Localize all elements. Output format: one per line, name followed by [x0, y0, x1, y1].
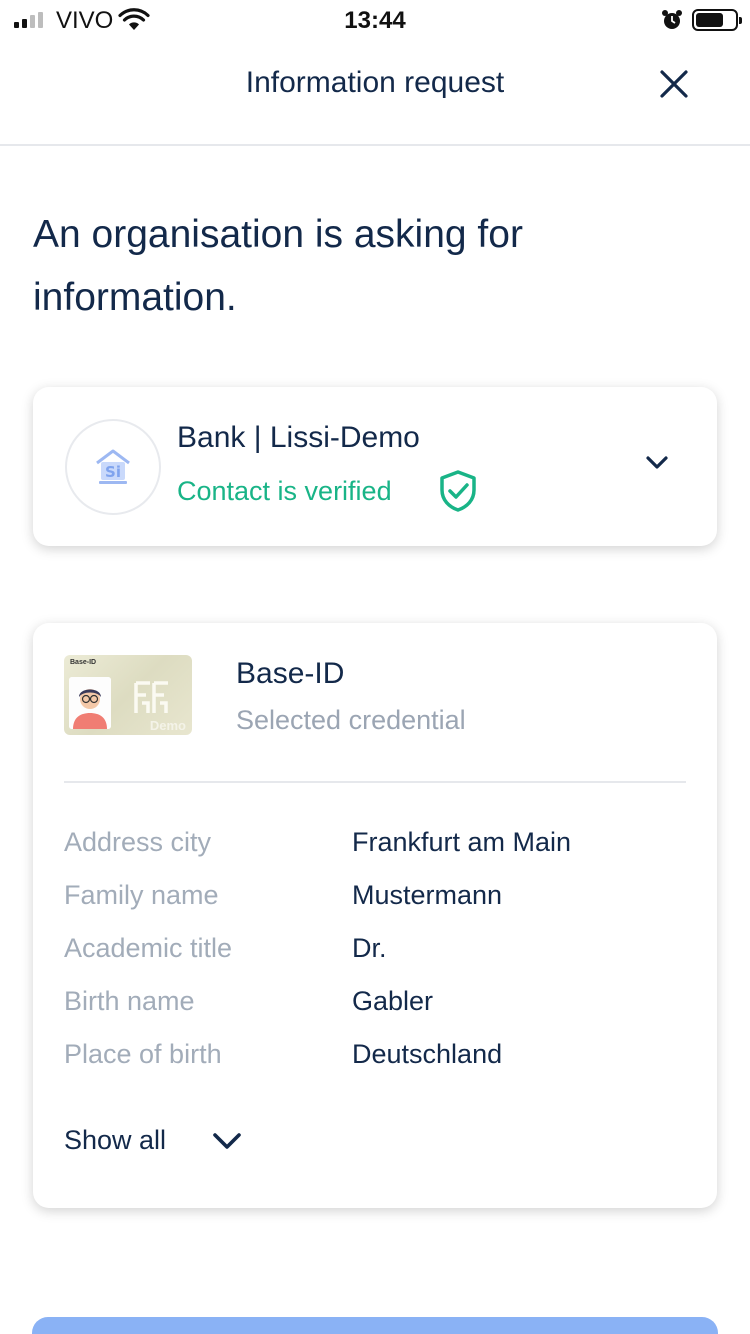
verification-status: Contact is verified [177, 476, 392, 506]
attribute-label: Birth name [64, 986, 195, 1016]
primary-action-button[interactable] [32, 1317, 718, 1334]
organisation-name: Bank | Lissi-Demo [177, 421, 420, 454]
attribute-value: Frankfurt am Main [352, 827, 572, 857]
credential-title: Base-ID [236, 657, 345, 690]
attribute-label: Family name [64, 880, 219, 910]
attribute-row: Address city Frankfurt am Main [64, 823, 686, 876]
status-bar: VIVO 13:44 [0, 0, 750, 40]
attribute-row: Academic title Dr. [64, 929, 686, 982]
credential-thumbnail-tag: Base-ID [70, 659, 97, 666]
attribute-row: Place of birth Deutschland [64, 1035, 686, 1088]
attribute-value: Deutschland [352, 1039, 503, 1069]
close-button[interactable] [652, 62, 696, 106]
close-icon [660, 70, 688, 98]
attribute-value: Mustermann [352, 880, 503, 910]
request-heading: An organisation is asking for informatio… [33, 213, 523, 319]
shield-check-icon [440, 470, 476, 512]
attribute-label: Address city [64, 827, 212, 857]
credential-subtitle: Selected credential [236, 705, 466, 735]
attribute-value: Dr. [352, 933, 387, 963]
chevron-down-icon[interactable] [643, 449, 671, 477]
status-time: 13:44 [344, 7, 406, 34]
chevron-down-icon [213, 1132, 241, 1149]
svg-text:Si: Si [105, 463, 121, 481]
credential-thumbnail-watermark: Demo [149, 718, 186, 733]
issuer-mark-icon [134, 681, 168, 713]
header-bar: Information request [0, 40, 750, 146]
attribute-row: Family name Mustermann [64, 876, 686, 929]
organisation-card[interactable]: Si Bank | Lissi-Demo Contact is verified [33, 387, 717, 546]
attribute-row: Birth name Gabler [64, 982, 686, 1035]
bank-logo-icon: Si [96, 449, 130, 484]
credential-card: Base-ID Demo Base-ID Selected credential… [33, 623, 717, 1208]
show-all-label: Show all [64, 1125, 167, 1155]
show-all-button[interactable]: Show all [64, 1125, 244, 1156]
attribute-value: Gabler [352, 986, 434, 1016]
attribute-label: Academic title [64, 933, 233, 963]
page-title: Information request [245, 66, 505, 99]
divider [64, 781, 686, 783]
organisation-avatar: Si [65, 419, 161, 515]
alarm-icon [662, 10, 682, 29]
credential-thumbnail: Base-ID Demo [64, 655, 192, 735]
attribute-label: Place of birth [64, 1039, 222, 1069]
attribute-list: Address city Frankfurt am Main Family na… [64, 823, 686, 1088]
battery-icon [692, 9, 742, 31]
avatar [69, 677, 111, 729]
